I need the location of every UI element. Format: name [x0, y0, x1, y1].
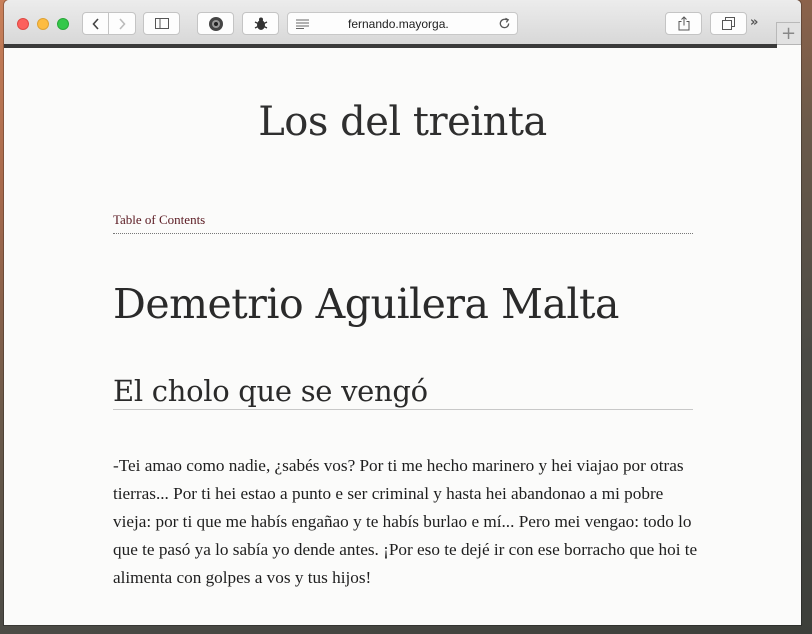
- page-content: Los del treinta Table of Contents Demetr…: [4, 48, 801, 625]
- chevron-left-icon: [91, 17, 99, 30]
- address-bar[interactable]: fernando.mayorga.: [287, 12, 518, 35]
- zoom-window-button[interactable]: [57, 18, 69, 30]
- reload-icon[interactable]: [498, 17, 511, 30]
- bug-extension-button[interactable]: [242, 12, 279, 35]
- navigation-buttons: [82, 12, 136, 35]
- browser-window: fernando.mayorga. » + Los del treinta Ta…: [4, 0, 801, 625]
- share-icon: [678, 16, 689, 31]
- author-heading: Demetrio Aguilera Malta: [113, 280, 619, 328]
- overflow-chevron-icon[interactable]: »: [750, 15, 758, 30]
- sidebar-icon: [154, 18, 169, 29]
- minimize-window-button[interactable]: [37, 18, 49, 30]
- camera-lens-icon: [208, 16, 223, 31]
- tabs-overview-button[interactable]: [710, 12, 747, 35]
- new-tab-button[interactable]: +: [776, 22, 800, 44]
- close-window-button[interactable]: [17, 18, 29, 30]
- toc-label[interactable]: Table of Contents: [113, 212, 205, 227]
- story-paragraph: -Tei amao como nadie, ¿sabés vos? Por ti…: [113, 456, 698, 587]
- chevron-right-icon: [119, 17, 126, 30]
- table-of-contents-link[interactable]: Table of Contents: [113, 212, 693, 234]
- tabs-icon: [722, 17, 735, 30]
- browser-toolbar: fernando.mayorga. »: [4, 0, 801, 45]
- story-title: El cholo que se vengó: [113, 374, 693, 410]
- back-button[interactable]: [82, 12, 109, 35]
- reader-view-icon[interactable]: [296, 19, 309, 29]
- site-title: Los del treinta: [258, 99, 547, 145]
- url-text: fernando.mayorga.: [348, 17, 449, 31]
- forward-button[interactable]: [109, 12, 136, 35]
- bug-icon: [254, 17, 267, 30]
- extension-button[interactable]: [197, 12, 234, 35]
- sidebar-button[interactable]: [143, 12, 180, 35]
- share-button[interactable]: [665, 12, 702, 35]
